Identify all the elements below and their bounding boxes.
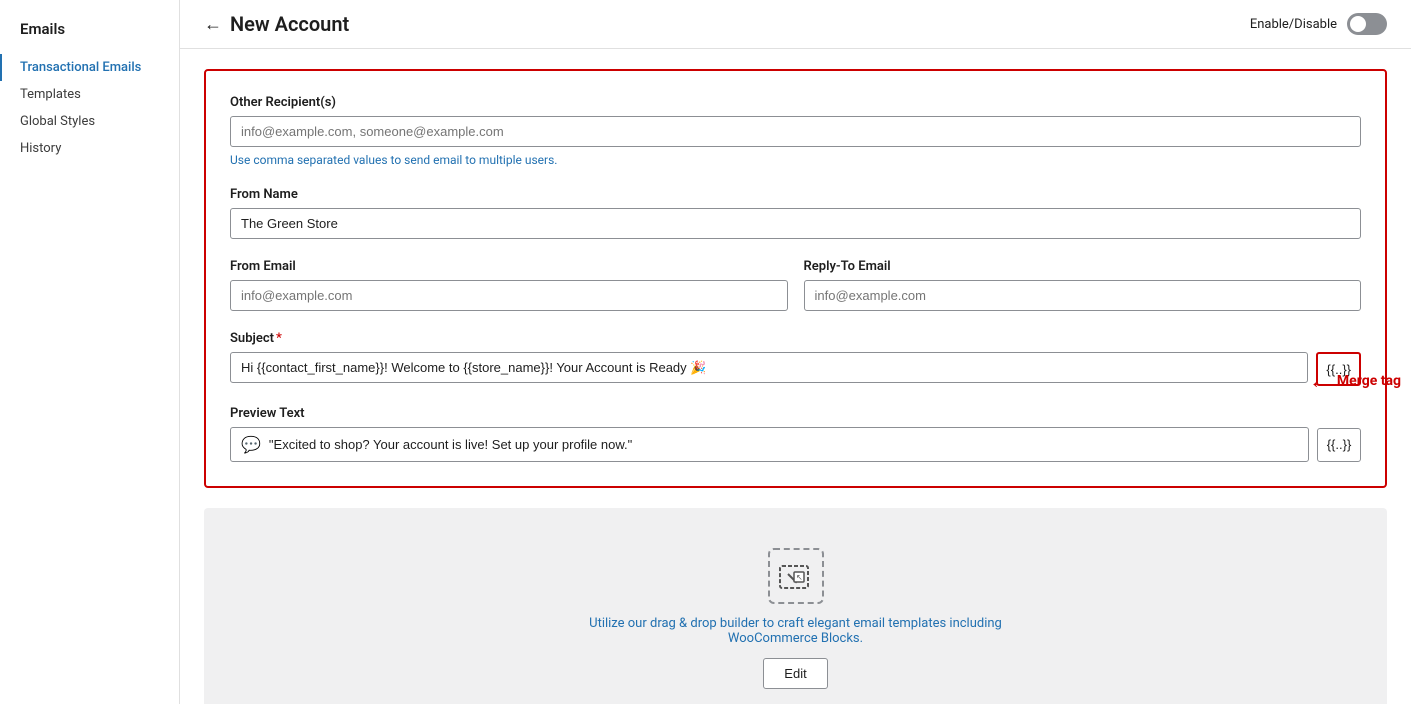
other-recipients-label: Other Recipient(s) bbox=[230, 95, 1361, 110]
svg-text:↖: ↖ bbox=[796, 573, 803, 582]
other-recipients-input[interactable] bbox=[230, 116, 1361, 147]
sidebar-link-transactional[interactable]: Transactional Emails bbox=[0, 54, 179, 81]
builder-description: Utilize our drag & drop builder to craft… bbox=[546, 616, 1046, 646]
from-email-input[interactable] bbox=[230, 280, 788, 311]
preview-text-input[interactable] bbox=[269, 437, 1298, 452]
subject-input[interactable] bbox=[230, 352, 1308, 383]
from-name-label: From Name bbox=[230, 187, 1361, 202]
sidebar-link-global-styles[interactable]: Global Styles bbox=[0, 108, 179, 135]
email-row: From Email Reply-To Email bbox=[230, 259, 1361, 331]
sidebar: Emails Transactional Emails Templates Gl… bbox=[0, 0, 180, 704]
page-title: New Account bbox=[230, 12, 349, 36]
enable-disable-label: Enable/Disable bbox=[1250, 17, 1337, 32]
sidebar-nav: Transactional Emails Templates Global St… bbox=[0, 54, 179, 162]
sidebar-item-transactional-emails[interactable]: Transactional Emails bbox=[0, 54, 179, 81]
preview-text-group: Preview Text 💬 {{..}} bbox=[230, 406, 1361, 462]
form-card: Other Recipient(s) Use comma separated v… bbox=[204, 69, 1387, 488]
main-content: ← New Account Enable/Disable Other Recip… bbox=[180, 0, 1411, 704]
other-recipients-hint: Use comma separated values to send email… bbox=[230, 153, 1361, 167]
from-name-input[interactable] bbox=[230, 208, 1361, 239]
subject-required: * bbox=[276, 331, 282, 346]
merge-tag-label: Merge tag bbox=[1337, 373, 1401, 389]
preview-input-wrapper: 💬 bbox=[230, 427, 1309, 462]
merge-tag-annotation: ← Merge tag bbox=[1309, 368, 1401, 394]
top-bar-right: Enable/Disable bbox=[1250, 13, 1387, 35]
from-name-group: From Name bbox=[230, 187, 1361, 239]
builder-icon: ↖ bbox=[768, 548, 824, 604]
from-email-group: From Email bbox=[230, 259, 788, 311]
reply-to-email-label: Reply-To Email bbox=[804, 259, 1362, 274]
subject-row: {{..}} bbox=[230, 352, 1361, 386]
sidebar-item-global-styles[interactable]: Global Styles bbox=[0, 108, 179, 135]
from-email-label: From Email bbox=[230, 259, 788, 274]
form-area: Other Recipient(s) Use comma separated v… bbox=[180, 49, 1411, 508]
sidebar-link-templates[interactable]: Templates bbox=[0, 81, 179, 108]
subject-group: Subject* {{..}} bbox=[230, 331, 1361, 386]
top-bar-left: ← New Account bbox=[204, 12, 349, 36]
preview-row: 💬 {{..}} bbox=[230, 427, 1361, 462]
builder-area: ↖ Utilize our drag & drop builder to cra… bbox=[204, 508, 1387, 704]
sidebar-link-history[interactable]: History bbox=[0, 135, 179, 162]
preview-merge-tag-button[interactable]: {{..}} bbox=[1317, 428, 1361, 462]
chat-icon: 💬 bbox=[241, 435, 261, 454]
top-bar: ← New Account Enable/Disable bbox=[180, 0, 1411, 49]
sidebar-title: Emails bbox=[0, 20, 179, 54]
edit-button[interactable]: Edit bbox=[763, 658, 827, 689]
reply-to-email-input[interactable] bbox=[804, 280, 1362, 311]
sidebar-item-history[interactable]: History bbox=[0, 135, 179, 162]
enable-disable-toggle[interactable] bbox=[1347, 13, 1387, 35]
merge-tag-arrow: ← bbox=[1309, 368, 1331, 394]
reply-to-email-group: Reply-To Email bbox=[804, 259, 1362, 331]
back-button[interactable]: ← bbox=[204, 14, 222, 35]
sidebar-item-templates[interactable]: Templates bbox=[0, 81, 179, 108]
preview-text-label: Preview Text bbox=[230, 406, 1361, 421]
other-recipients-group: Other Recipient(s) Use comma separated v… bbox=[230, 95, 1361, 167]
toggle-slider bbox=[1347, 13, 1387, 35]
subject-label: Subject* bbox=[230, 331, 1361, 346]
